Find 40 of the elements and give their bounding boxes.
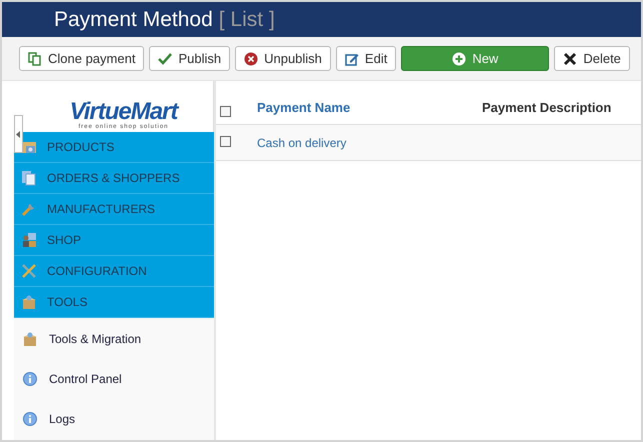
payment-link[interactable]: Cash on delivery xyxy=(257,134,346,152)
delete-button[interactable]: Delete xyxy=(554,46,630,71)
page-subtitle: [ List ] xyxy=(218,6,275,33)
unpublish-button[interactable]: Unpublish xyxy=(235,46,331,71)
menu-item[interactable]: PRODUCTS xyxy=(14,132,214,163)
copy-icon xyxy=(28,52,42,66)
clone-button[interactable]: Clone payment xyxy=(19,46,144,71)
checkbox[interactable] xyxy=(220,136,231,147)
page-title: Payment Method xyxy=(54,6,213,33)
submenu-item[interactable]: Logs xyxy=(14,399,214,439)
info-icon xyxy=(22,411,38,427)
cross-circle-icon xyxy=(244,52,258,66)
submenu-item[interactable]: Tools & Migration xyxy=(14,319,214,359)
edit-button[interactable]: Edit xyxy=(336,46,396,71)
menu-item[interactable]: MANUFACTURERS xyxy=(14,194,214,225)
menu-item[interactable]: TOOLS xyxy=(14,287,214,318)
close-icon xyxy=(563,52,578,66)
tools-icon xyxy=(21,263,37,279)
collapse-icon xyxy=(16,130,21,138)
wrench-icon xyxy=(21,201,37,217)
checkbox[interactable] xyxy=(220,106,231,117)
box-icon xyxy=(22,331,38,347)
plus-circle-icon xyxy=(452,52,466,66)
edit-icon xyxy=(344,52,359,66)
column-header: Payment Description xyxy=(482,98,612,117)
info-icon xyxy=(22,371,38,387)
new-button[interactable]: New xyxy=(401,46,550,71)
column-header[interactable]: Payment Name xyxy=(257,98,482,118)
person-desk-icon xyxy=(21,232,37,248)
publish-button[interactable]: Publish xyxy=(149,46,230,71)
box-icon xyxy=(21,294,37,310)
documents-icon xyxy=(21,170,37,186)
menu-item[interactable]: ORDERS & SHOPPERS xyxy=(14,163,214,194)
menu-item[interactable]: SHOP xyxy=(14,225,214,256)
menu-item[interactable]: CONFIGURATION xyxy=(14,256,214,287)
submenu-item[interactable]: Control Panel xyxy=(14,359,214,399)
folder-icon xyxy=(21,139,37,155)
collapse-handle[interactable] xyxy=(14,115,23,153)
logo-text: VirtueMart xyxy=(70,100,178,124)
check-icon xyxy=(158,52,172,66)
